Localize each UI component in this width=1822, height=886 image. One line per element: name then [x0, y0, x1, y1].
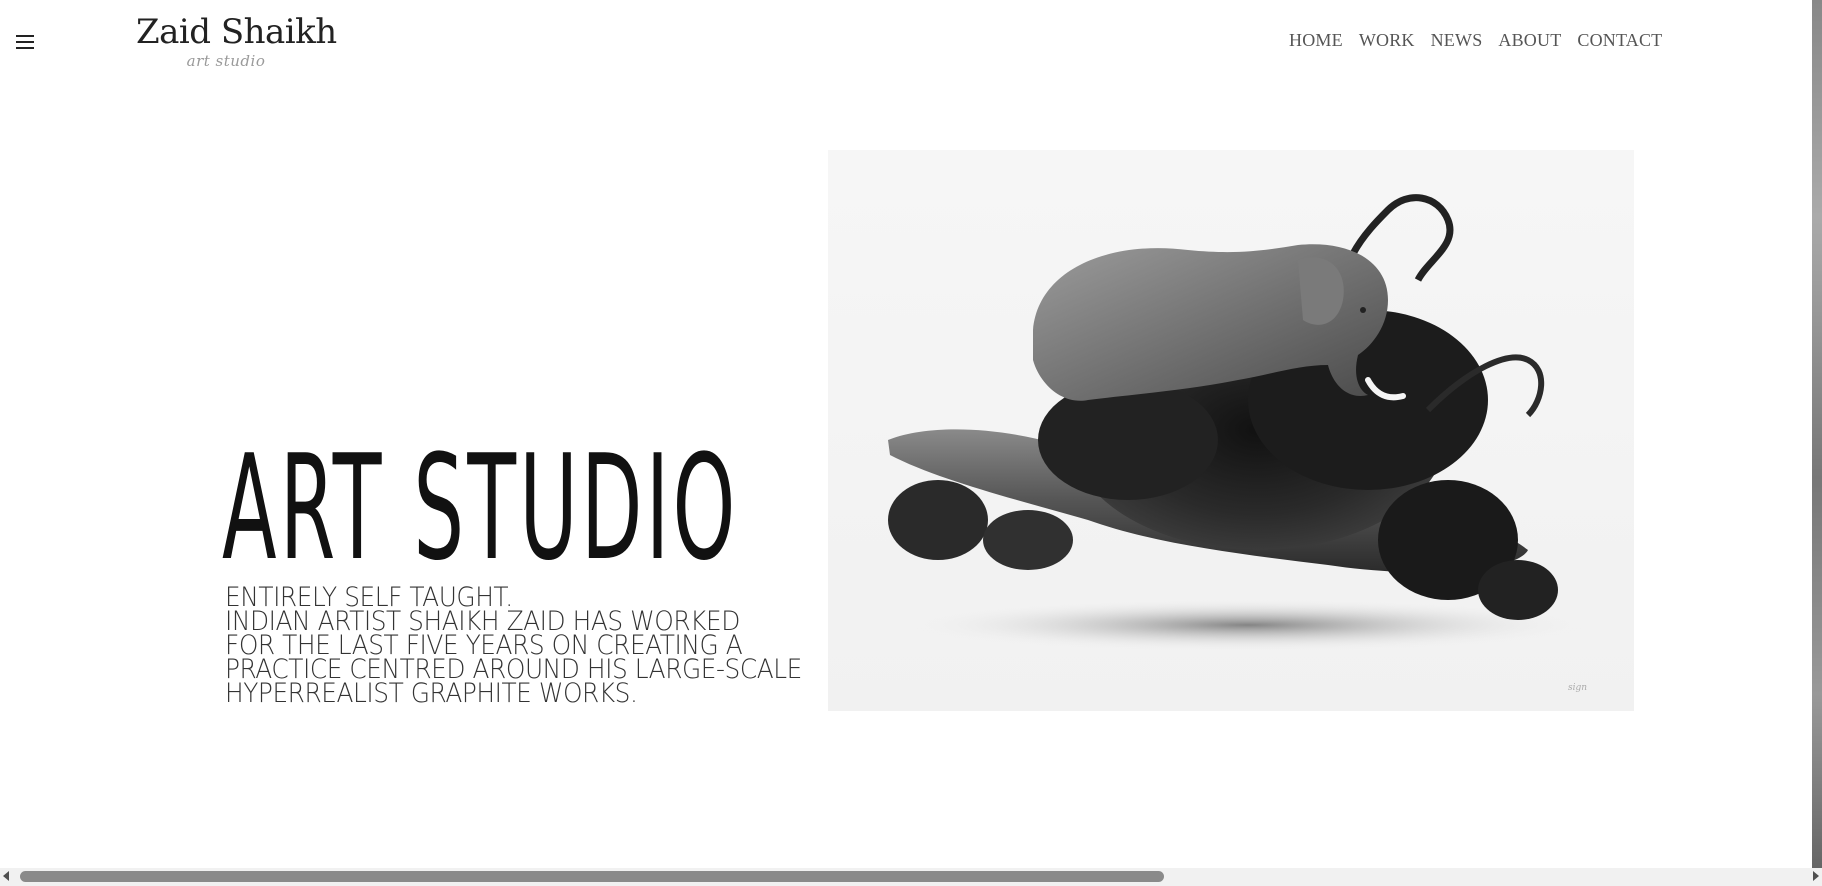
svg-text:sign: sign: [1568, 683, 1587, 693]
scroll-right-arrow-icon[interactable]: [1813, 871, 1819, 881]
nav-home[interactable]: HOME: [1289, 30, 1343, 51]
logo[interactable]: Zaid Shaikh art studio: [136, 12, 337, 72]
main-nav: HOME WORK NEWS ABOUT CONTACT: [1289, 30, 1662, 51]
hero-title: ART STUDIO: [222, 424, 739, 593]
hamburger-icon[interactable]: [16, 35, 34, 51]
nav-news[interactable]: NEWS: [1431, 30, 1483, 51]
hero-description: ENTIRELY SELF TAUGHT. INDIAN ARTIST SHAI…: [225, 584, 802, 709]
page: Zaid Shaikh art studio HOME WORK NEWS AB…: [0, 0, 1822, 886]
logo-name: Zaid Shaikh: [136, 12, 337, 52]
logo-subtitle: art studio: [186, 52, 266, 70]
horizontal-scrollbar[interactable]: [0, 868, 1822, 886]
scrollbar-thumb[interactable]: [20, 871, 1164, 882]
hero-description-line: HYPERREALIST GRAPHITE WORKS.: [225, 678, 638, 709]
nav-work[interactable]: WORK: [1359, 30, 1415, 51]
nav-about[interactable]: ABOUT: [1498, 30, 1561, 51]
edge-image-strip: [1812, 0, 1822, 868]
nav-contact[interactable]: CONTACT: [1577, 30, 1662, 51]
scroll-left-arrow-icon[interactable]: [3, 871, 9, 881]
artwork-drawing: sign: [888, 194, 1588, 693]
artwork-image: sign: [828, 150, 1634, 711]
